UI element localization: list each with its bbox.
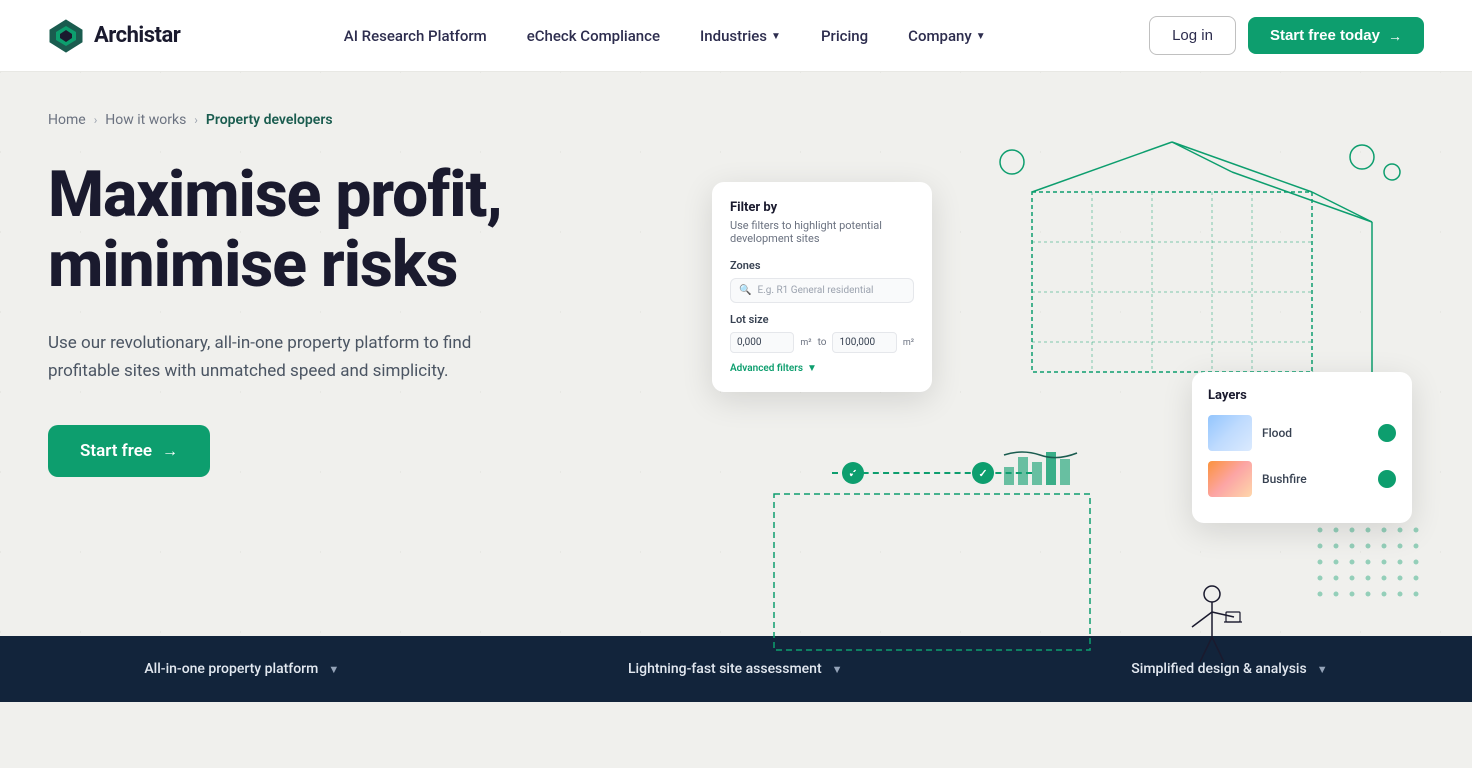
lot-size-max-input[interactable]: 100,000 [832,332,896,353]
bar-chart-mini [1002,447,1082,487]
zones-placeholder: E.g. R1 General residential [757,285,873,296]
hero-subtext: Use our revolutionary, all-in-one proper… [48,329,508,385]
bushfire-layer-name: Bushfire [1262,472,1368,486]
layers-panel: Layers Flood Bushfire [1192,372,1412,523]
cta-arrow-icon: → [1388,28,1402,44]
lot-size-label: Lot size [730,313,914,326]
dashed-box [772,492,1092,652]
nav-links: AI Research Platform eCheck Compliance I… [328,19,1002,53]
hero-heading: Maximise profit, minimise risks [48,160,668,301]
zones-search[interactable]: 🔍 E.g. R1 General residential [730,278,914,303]
layer-item-bushfire: Bushfire [1208,461,1396,497]
dot-grid [1312,522,1432,612]
stick-figure [1182,582,1242,682]
advanced-filters-button[interactable]: Advanced filters ▼ [730,363,914,374]
hero-illustration: ✓ ✓ [692,132,1472,702]
lot-size-row: 0,000 m² to 100,000 m² [730,332,914,353]
bushfire-layer-thumb [1208,461,1252,497]
start-free-arrow-icon: → [162,441,178,461]
company-chevron-icon: ▼ [976,31,986,42]
filter-panel-title: Filter by [730,200,914,215]
nav-industries[interactable]: Industries ▼ [684,19,797,53]
all-in-one-chevron-icon: ▼ [328,663,339,676]
filter-panel: Filter by Use filters to highlight poten… [712,182,932,392]
flood-layer-toggle[interactable] [1378,424,1396,442]
lot-size-to: to [818,337,827,348]
breadcrumb-current: Property developers [206,112,333,128]
bottom-bar-item-all-in-one[interactable]: All-in-one property platform ▼ [144,661,339,677]
breadcrumb-sep-1: › [94,113,98,127]
nav-actions: Log in Start free today → [1149,16,1424,55]
navbar: Archistar AI Research Platform eCheck Co… [0,0,1472,72]
advanced-filters-chevron-icon: ▼ [807,363,817,374]
breadcrumb-home[interactable]: Home [48,112,86,128]
connection-line-1 [832,472,1032,474]
lot-size-min-input[interactable]: 0,000 [730,332,794,353]
brand-name: Archistar [94,23,180,48]
flood-layer-name: Flood [1262,426,1368,440]
nav-research-platform[interactable]: AI Research Platform [328,19,503,53]
breadcrumb-parent[interactable]: How it works [105,112,186,128]
bushfire-layer-toggle[interactable] [1378,470,1396,488]
login-button[interactable]: Log in [1149,16,1236,55]
layer-item-flood: Flood [1208,415,1396,451]
lot-size-unit-max: m² [903,338,914,348]
start-free-button[interactable]: Start free → [48,425,210,477]
flood-layer-thumb [1208,415,1252,451]
breadcrumb: Home › How it works › Property developer… [48,112,668,128]
start-free-today-button[interactable]: Start free today → [1248,17,1424,54]
nav-company[interactable]: Company ▼ [892,19,1002,53]
layers-title: Layers [1208,388,1396,403]
hero-content: Home › How it works › Property developer… [48,72,668,477]
nav-pricing[interactable]: Pricing [805,19,884,53]
industries-chevron-icon: ▼ [771,31,781,42]
nav-echeck[interactable]: eCheck Compliance [511,19,676,53]
logo[interactable]: Archistar [48,18,180,54]
hero-section: Home › How it works › Property developer… [0,72,1472,702]
filter-panel-subtitle: Use filters to highlight potential devel… [730,219,914,245]
zones-label: Zones [730,259,914,272]
logo-icon [48,18,84,54]
search-icon: 🔍 [739,285,751,296]
breadcrumb-sep-2: › [194,113,198,127]
lot-size-unit-min: m² [800,338,811,348]
